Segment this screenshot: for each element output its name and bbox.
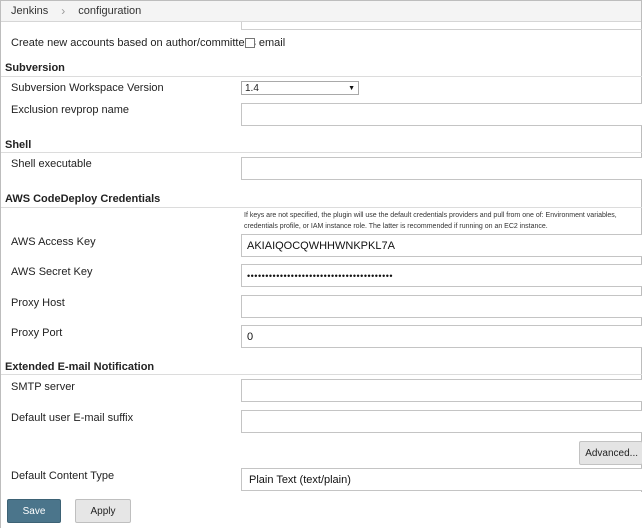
aws-access-key-label: AWS Access Key: [11, 236, 96, 248]
exclusion-revprop-input[interactable]: [241, 103, 642, 126]
subversion-section-divider: [1, 76, 642, 77]
smtp-server-input[interactable]: [241, 379, 642, 402]
proxy-port-label: Proxy Port: [11, 327, 63, 339]
content-type-label: Default Content Type: [11, 470, 115, 482]
breadcrumb-jenkins[interactable]: Jenkins: [1, 5, 58, 17]
proxy-host-label: Proxy Host: [11, 297, 65, 309]
shell-executable-label: Shell executable: [11, 158, 92, 170]
subversion-section-title: Subversion: [5, 62, 65, 74]
create-accounts-checkbox[interactable]: [245, 38, 255, 48]
proxy-port-input[interactable]: 0: [241, 325, 642, 348]
shell-section-title: Shell: [5, 139, 32, 151]
breadcrumb-configuration[interactable]: configuration: [68, 5, 151, 17]
save-button[interactable]: Save: [7, 499, 61, 523]
email-suffix-input[interactable]: [241, 410, 642, 433]
breadcrumb-separator-icon: ›: [61, 4, 66, 18]
workspace-version-label: Subversion Workspace Version: [11, 82, 164, 94]
aws-section-title: AWS CodeDeploy Credentials: [5, 193, 161, 205]
shell-section-divider: [1, 152, 642, 153]
aws-access-key-input[interactable]: AKIAIQOCQWHHWNKPKL7A: [241, 234, 642, 257]
email-suffix-label: Default user E-mail suffix: [11, 412, 134, 424]
content-type-select[interactable]: Plain Text (text/plain): [241, 468, 642, 491]
workspace-version-select[interactable]: 1.4 ▼: [241, 81, 359, 95]
advanced-button[interactable]: Advanced...: [579, 441, 642, 465]
breadcrumb: Jenkins › configuration: [1, 1, 641, 22]
exclusion-revprop-label: Exclusion revprop name: [11, 104, 130, 116]
aws-credentials-help: If keys are not specified, the plugin wi…: [244, 210, 642, 232]
chevron-down-icon: ▼: [348, 84, 355, 92]
proxy-host-input[interactable]: [241, 295, 642, 318]
email-section-title: Extended E-mail Notification: [5, 361, 155, 373]
apply-button[interactable]: Apply: [75, 499, 131, 523]
aws-help-line-1: If keys are not specified, the plugin wi…: [244, 212, 617, 219]
email-section-divider: [1, 374, 642, 375]
workspace-version-value: 1.4: [245, 82, 259, 94]
aws-secret-key-input[interactable]: ••••••••••••••••••••••••••••••••••••••••: [241, 264, 642, 287]
shell-executable-input[interactable]: [241, 157, 642, 180]
aws-help-line-2: credentials profile, or IAM instance rol…: [244, 223, 548, 230]
aws-secret-key-label: AWS Secret Key: [11, 266, 93, 278]
smtp-server-label: SMTP server: [11, 381, 75, 393]
previous-field-bottom: [241, 22, 642, 30]
aws-section-divider: [1, 207, 642, 208]
